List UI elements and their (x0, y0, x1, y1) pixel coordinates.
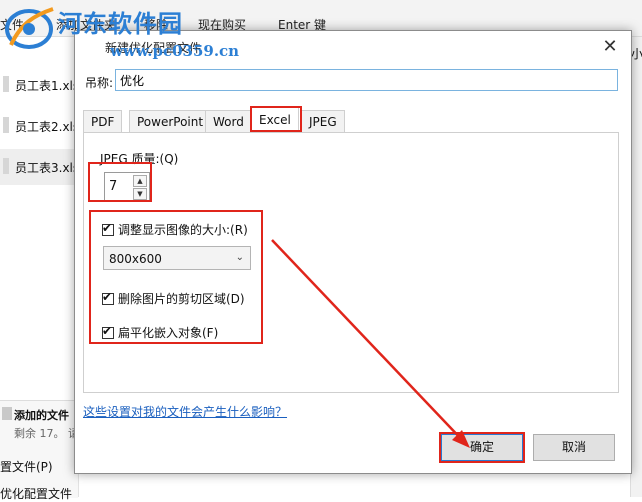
image-options-highlight (89, 210, 263, 344)
file-icon (3, 117, 9, 133)
status-title: 添加的文件 (14, 409, 69, 422)
profile-label: 置文件(P) (0, 460, 53, 474)
list-item[interactable]: 员工表3.xls (0, 149, 80, 185)
watermark-title: 河东软件园 (58, 9, 183, 38)
right-edge-text: 小 (631, 47, 642, 61)
name-input[interactable] (115, 69, 618, 91)
watermark-logo (5, 7, 54, 49)
jpeg-quality-highlight (88, 162, 152, 202)
watermark-url: www.pc0359.cn (110, 42, 240, 60)
name-label: 吊称: (85, 76, 114, 90)
ok-button-highlight (439, 432, 525, 463)
cancel-button[interactable]: 取消 (533, 434, 615, 461)
file-icon (3, 76, 9, 92)
list-item[interactable]: 员工表2.xls (0, 108, 80, 144)
status-area: 添加的文件 剩余 17。 请 置文件(P) 优化配置文件 (0, 400, 79, 501)
list-item[interactable]: 员工表1.xls (0, 67, 80, 103)
file-name: 员工表2.xls (15, 120, 80, 134)
tab-powerpoint[interactable]: PowerPoint (129, 110, 212, 132)
profile-select[interactable]: 优化配置文件 (0, 485, 72, 502)
file-icon (3, 158, 9, 174)
status-subtext: 剩余 17。 请 (14, 427, 79, 440)
file-name: 员工表3.xls (15, 161, 80, 175)
excel-tab-highlight (250, 106, 302, 132)
tab-pdf[interactable]: PDF (83, 110, 123, 132)
file-name: 员工表1.xls (15, 79, 80, 93)
close-icon[interactable]: ✕ (599, 36, 621, 58)
tab-word[interactable]: Word (205, 110, 252, 132)
settings-help-link[interactable]: 这些设置对我的文件会产生什么影响？ (83, 403, 287, 420)
tab-jpeg[interactable]: JPEG (301, 110, 345, 132)
document-icon (2, 407, 12, 420)
